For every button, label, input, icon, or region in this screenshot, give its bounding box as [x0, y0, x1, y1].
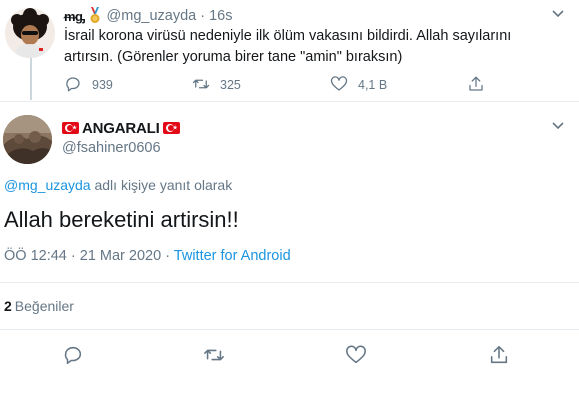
tweet-actions [0, 345, 579, 369]
handle[interactable]: @mg_uzayda [107, 8, 197, 24]
display-name[interactable]: ᵯᶃ [64, 9, 85, 24]
divider [0, 282, 579, 283]
source-link[interactable]: Twitter for Android [174, 248, 291, 264]
likes-summary[interactable]: 2 Beğeniler [4, 298, 74, 314]
separator-dot: · [200, 8, 206, 24]
chevron-down-icon[interactable] [549, 118, 567, 134]
display-name[interactable]: ANGARALI [82, 120, 160, 137]
retweet-button[interactable] [202, 345, 226, 369]
parent-tweet[interactable]: ᵯᶃ @mg_uzayda · 16s İsrail korona virüsü… [0, 0, 579, 100]
timestamp[interactable]: ÖÖ 12:44 · 21 Mar 2020 · [4, 248, 174, 264]
reply-mention-link[interactable]: @mg_uzayda [4, 177, 91, 193]
like-button[interactable]: 4,1 B [330, 74, 387, 96]
parent-tweet-header: ᵯᶃ @mg_uzayda · 16s [64, 6, 232, 26]
share-icon [488, 344, 510, 371]
retweet-icon [203, 344, 225, 371]
share-button[interactable] [467, 74, 485, 96]
like-button[interactable] [344, 345, 368, 369]
avatar[interactable] [5, 8, 55, 58]
reply-button[interactable]: 939 [64, 74, 113, 96]
retweet-button[interactable]: 325 [192, 74, 241, 96]
likes-label: Beğeniler [14, 298, 74, 314]
share-icon [467, 75, 485, 96]
retweet-icon [192, 75, 210, 96]
likes-count: 2 [4, 298, 12, 314]
like-icon [330, 75, 348, 96]
retweet-count: 325 [220, 78, 241, 92]
reply-icon [64, 75, 82, 96]
reply-button[interactable] [61, 345, 85, 369]
reply-context: @mg_uzayda adlı kişiye yanıt olarak [4, 177, 232, 193]
turkey-flag-icon [162, 122, 180, 134]
reply-context-label: adlı kişiye yanıt olarak [90, 177, 233, 193]
tweet-text: İsrail korona virüsü nedeniyle ilk ölüm … [64, 28, 512, 65]
reply-icon [62, 344, 84, 371]
avatar[interactable] [3, 115, 52, 164]
chevron-down-icon[interactable] [549, 6, 567, 22]
tweet-meta: ÖÖ 12:44 · 21 Mar 2020 · Twitter for And… [4, 248, 291, 264]
reply-count: 939 [92, 78, 113, 92]
medal-icon [89, 7, 101, 25]
share-button[interactable] [487, 345, 511, 369]
timestamp[interactable]: 16s [209, 8, 232, 24]
thread-connector-line [30, 58, 32, 100]
tweet-thread: ᵯᶃ @mg_uzayda · 16s İsrail korona virüsü… [0, 0, 579, 401]
tweet-text: Allah bereketini artirsin!! [4, 207, 239, 232]
divider [0, 329, 579, 330]
turkey-flag-icon [62, 122, 79, 134]
user-name-row[interactable]: ANGARALI [62, 118, 180, 138]
like-count: 4,1 B [358, 78, 388, 92]
tweet-actions: 939 325 4,1 B [64, 74, 524, 96]
focused-tweet: ANGARALI @fsahiner0606 @mg_uzayda adlı k… [0, 101, 579, 401]
like-icon [345, 344, 367, 371]
handle[interactable]: @fsahiner0606 [62, 140, 161, 156]
